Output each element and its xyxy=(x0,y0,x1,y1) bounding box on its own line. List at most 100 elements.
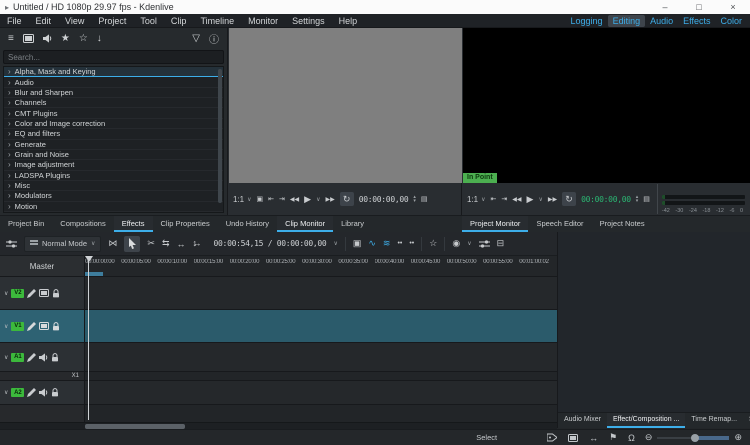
effect-category[interactable]: ›Modulators xyxy=(4,191,223,201)
expand-icon[interactable]: › xyxy=(8,181,11,190)
zoom-slider[interactable] xyxy=(657,434,729,442)
fit-zoom-options-icon[interactable]: •• xyxy=(409,240,414,247)
tab-library[interactable]: Library xyxy=(333,216,372,232)
lock-track-icon[interactable] xyxy=(51,388,59,397)
workspace-logging[interactable]: Logging xyxy=(566,15,608,27)
effect-category[interactable]: ›Image adjustment xyxy=(4,160,223,170)
track-header-v1[interactable]: ∨ V1 xyxy=(0,310,85,342)
menu-view[interactable]: View xyxy=(58,14,91,28)
menu-tool[interactable]: Tool xyxy=(133,14,164,28)
collapse-track-icon[interactable]: ∨ xyxy=(4,389,8,396)
expand-icon[interactable]: › xyxy=(8,160,11,169)
menu-project[interactable]: Project xyxy=(91,14,133,28)
video-track-icon[interactable] xyxy=(39,322,49,330)
effect-category[interactable]: ›Motion xyxy=(4,202,223,212)
expand-icon[interactable]: › xyxy=(8,78,11,87)
audio-track-icon[interactable] xyxy=(39,353,48,362)
track-header-a2[interactable]: ∨ A2 xyxy=(0,381,85,404)
video-thumbnails-icon[interactable]: ▣ xyxy=(353,238,362,249)
lock-track-icon[interactable] xyxy=(52,289,60,298)
close-button[interactable]: × xyxy=(716,0,750,14)
menu-timeline[interactable]: Timeline xyxy=(193,14,241,28)
loop-zone-button[interactable]: ↻ xyxy=(340,192,354,206)
clip-monitor-zoom-dropdown[interactable]: 1:1 ∨ xyxy=(233,195,252,204)
spacer-tool-icon[interactable]: ⇆ xyxy=(162,238,170,249)
video-preview-icon[interactable] xyxy=(568,434,578,442)
expand-icon[interactable]: › xyxy=(8,98,11,107)
menu-settings[interactable]: Settings xyxy=(285,14,332,28)
menu-file[interactable]: File xyxy=(0,14,29,28)
effect-category[interactable]: ›Blur and Sharpen xyxy=(4,88,223,98)
info-icon[interactable]: ⓘ xyxy=(209,31,219,46)
tab-project-monitor[interactable]: Project Monitor xyxy=(462,216,528,232)
timecode-spinner[interactable]: ▴▾ xyxy=(636,195,639,203)
record-audio-icon[interactable]: ◉ xyxy=(452,238,460,249)
expand-icon[interactable]: › xyxy=(8,150,11,159)
tab-speech-editor[interactable]: Speech Editor xyxy=(528,216,591,232)
tab-effects[interactable]: Effects xyxy=(114,216,153,232)
effect-category[interactable]: ›Misc xyxy=(4,181,223,191)
snap-icon[interactable]: Ω xyxy=(628,433,635,443)
expand-icon[interactable]: › xyxy=(8,202,11,211)
monitor-menu-icon[interactable]: ▤ xyxy=(421,195,428,203)
track-lane-a1[interactable] xyxy=(85,343,557,371)
expand-icon[interactable]: › xyxy=(8,129,11,138)
chevron-down-icon[interactable]: ∨ xyxy=(467,240,471,247)
ripple-tool-icon[interactable]: ↔ xyxy=(177,239,186,249)
effect-category[interactable]: ›Color and Image correction xyxy=(4,119,223,129)
lock-track-icon[interactable] xyxy=(52,322,60,331)
expand-icon[interactable]: › xyxy=(8,109,11,118)
effects-search-input[interactable]: Search... xyxy=(3,50,224,64)
effect-category[interactable]: ›Channels xyxy=(4,98,223,108)
timecode-spinner[interactable]: ▴▾ xyxy=(413,195,416,203)
edit-mode-dropdown[interactable]: Normal Mode ∨ xyxy=(24,236,101,252)
track-target-badge[interactable]: V1 xyxy=(11,322,24,331)
project-monitor-zoom-dropdown[interactable]: 1:1 ∨ xyxy=(467,195,486,204)
edit-guides-icon[interactable] xyxy=(547,433,557,442)
expand-icon[interactable]: › xyxy=(8,67,11,76)
clip-monitor-video[interactable] xyxy=(229,28,462,183)
expand-icon[interactable]: › xyxy=(8,88,11,97)
clip-monitor-timecode[interactable]: 00:00:00,00 xyxy=(359,195,409,204)
download-effects-icon[interactable]: ↓ xyxy=(97,33,102,44)
tab-audio-mixer[interactable]: Audio Mixer xyxy=(558,413,607,428)
loop-zone-button[interactable]: ↻ xyxy=(562,192,576,206)
forward-icon[interactable]: ▶▶ xyxy=(548,196,557,203)
tab-project-bin[interactable]: Project Bin xyxy=(0,216,52,232)
rewind-icon[interactable]: ◀◀ xyxy=(290,196,299,203)
spin-down-icon[interactable]: ▾ xyxy=(636,199,639,203)
track-lane-a2[interactable] xyxy=(85,381,557,404)
razor-tool-icon[interactable]: ✂ xyxy=(147,238,155,249)
effect-category[interactable]: ›Grain and Noise xyxy=(4,150,223,160)
subtitles-icon[interactable]: ⊟ xyxy=(497,238,505,249)
collapse-track-icon[interactable]: ∨ xyxy=(4,290,8,297)
timeline-horizontal-scrollbar[interactable] xyxy=(0,422,557,429)
edit-track-icon[interactable] xyxy=(27,353,36,362)
playhead-line[interactable] xyxy=(88,256,89,420)
tab-clip-monitor[interactable]: Clip Monitor xyxy=(277,216,333,232)
set-out-point-icon[interactable]: ⇥ xyxy=(501,195,507,203)
audio-track-icon[interactable] xyxy=(39,388,48,397)
rewind-icon[interactable]: ◀◀ xyxy=(512,196,521,203)
monitor-menu-icon[interactable]: ▤ xyxy=(643,195,650,203)
chevron-down-icon[interactable]: ∨ xyxy=(333,240,337,247)
video-track-icon[interactable] xyxy=(39,289,49,297)
project-monitor-video[interactable] xyxy=(463,28,750,183)
track-header-v2[interactable]: ∨ V2 xyxy=(0,277,85,309)
audio-effects-icon[interactable] xyxy=(43,34,52,43)
minimize-button[interactable]: – xyxy=(648,0,682,14)
favorite-effects-icon[interactable]: ☆ xyxy=(429,238,437,249)
set-in-point-icon[interactable]: ⇤ xyxy=(491,195,497,203)
selection-tool-button[interactable] xyxy=(124,236,140,252)
tab-undo-history[interactable]: Undo History xyxy=(218,216,277,232)
timeline-timecode[interactable]: 00:00:54,15 / 00:00:00,00 xyxy=(214,239,327,248)
set-out-point-icon[interactable]: ⇥ xyxy=(279,195,285,203)
multicam-tool-icon[interactable]: ↔ ↕ xyxy=(193,239,203,249)
track-options-icon[interactable] xyxy=(6,239,17,249)
filter-icon[interactable]: ▽ xyxy=(192,33,200,44)
track-target-badge[interactable]: V2 xyxy=(11,289,24,298)
spin-down-icon[interactable]: ▾ xyxy=(413,199,416,203)
menu-help[interactable]: Help xyxy=(332,14,365,28)
expand-icon[interactable]: › xyxy=(8,140,11,149)
play-icon[interactable]: ▶ xyxy=(304,194,311,205)
